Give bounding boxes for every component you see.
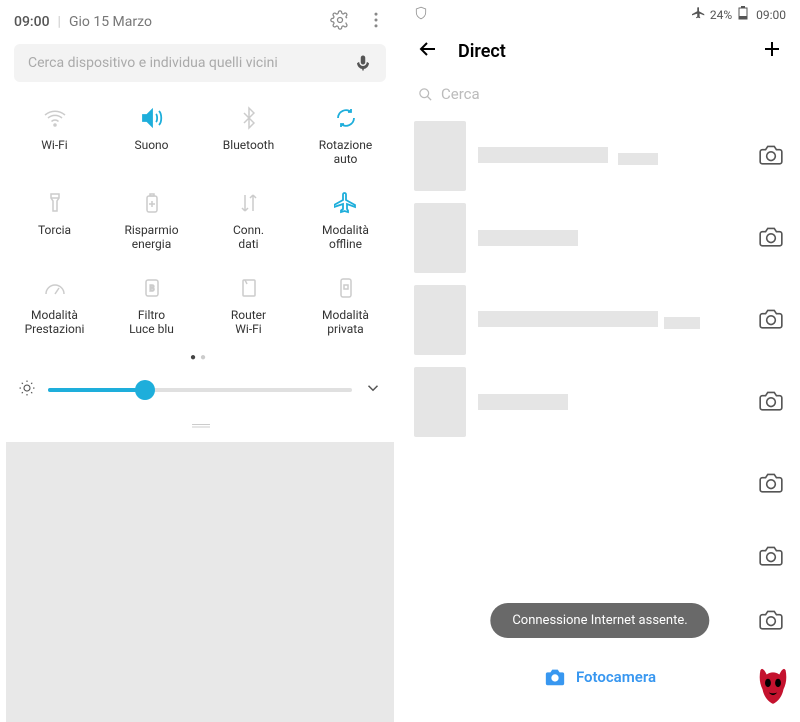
conversation-row[interactable] [414, 197, 786, 279]
quick-settings-panel: 09:00 | Gio 15 Marzo Cerca dispositivo e… [0, 0, 400, 710]
camera-icon[interactable] [758, 469, 786, 499]
avatar [414, 367, 466, 437]
tile-data[interactable]: Conn.dati [200, 177, 297, 262]
tile-private[interactable]: Modalitàprivata [297, 262, 394, 347]
shield-icon [414, 6, 428, 23]
avatar [414, 203, 466, 273]
back-arrow-icon[interactable] [416, 37, 440, 65]
avatar [414, 595, 466, 647]
camera-icon[interactable] [758, 542, 786, 572]
conversation-row[interactable] [414, 361, 786, 443]
conversation-row[interactable] [414, 279, 786, 361]
notification-area [6, 442, 394, 722]
search-placeholder: Cerca dispositivo e individua quelli vic… [28, 55, 354, 71]
instagram-direct-panel: 24% 09:00 Direct Cerca [400, 0, 800, 710]
conversation-list [400, 115, 800, 653]
panel-drag-handle[interactable]: ══ [0, 413, 400, 438]
microphone-icon[interactable] [354, 54, 372, 72]
page-indicator[interactable]: ●● [0, 346, 400, 373]
avatar [414, 449, 466, 519]
battery-icon [736, 6, 750, 23]
tile-airplane[interactable]: Modalitàoffline [297, 177, 394, 262]
demon-logo-icon [752, 664, 794, 706]
avatar [414, 285, 466, 355]
tile-router[interactable]: RouterWi-Fi [200, 262, 297, 347]
conversation-row[interactable] [414, 525, 786, 589]
camera-icon[interactable] [758, 141, 786, 171]
tile-battery-saver[interactable]: Risparmioenergia [103, 177, 200, 262]
camera-filled-icon [544, 666, 566, 688]
status-bar: 09:00 | Gio 15 Marzo [0, 0, 400, 40]
camera-icon[interactable] [758, 223, 786, 253]
avatar [414, 531, 466, 583]
conversation-row[interactable] [414, 115, 786, 197]
search-placeholder: Cerca [441, 85, 480, 103]
footer-label: Fotocamera [576, 668, 656, 686]
camera-footer[interactable]: Fotocamera [400, 652, 800, 702]
quick-tiles-grid: Wi-Fi Suono Bluetooth Rotazioneauto Torc… [0, 92, 400, 346]
new-message-icon[interactable] [760, 37, 784, 65]
airplane-status-icon [692, 6, 706, 23]
brightness-icon [18, 379, 36, 401]
tile-rotation[interactable]: Rotazioneauto [297, 92, 394, 177]
brightness-row [0, 373, 400, 413]
camera-icon[interactable] [758, 606, 786, 636]
chevron-down-icon[interactable] [364, 379, 382, 401]
settings-gear-icon[interactable] [314, 10, 350, 34]
status-date: Gio 15 Marzo [69, 14, 152, 30]
conversation-row[interactable] [414, 443, 786, 525]
search-icon [418, 87, 433, 102]
direct-header: Direct [400, 25, 800, 77]
tile-bluetooth[interactable]: Bluetooth [200, 92, 297, 177]
battery-percent: 24% [710, 8, 732, 22]
brightness-slider[interactable] [48, 388, 352, 392]
avatar [414, 121, 466, 191]
tile-sound[interactable]: Suono [103, 92, 200, 177]
camera-icon[interactable] [758, 305, 786, 335]
tile-blue-light[interactable]: BFiltroLuce blu [103, 262, 200, 347]
status-time: 09:00 [756, 8, 786, 22]
tile-wifi[interactable]: Wi-Fi [6, 92, 103, 177]
page-title: Direct [458, 41, 506, 62]
connection-toast: Connessione Internet assente. [490, 603, 709, 638]
tile-performance[interactable]: ModalitàPrestazioni [6, 262, 103, 347]
camera-icon[interactable] [758, 387, 786, 417]
status-bar-right: 24% 09:00 [400, 0, 800, 25]
device-search-bar[interactable]: Cerca dispositivo e individua quelli vic… [14, 44, 386, 82]
direct-search[interactable]: Cerca [400, 77, 800, 115]
svg-text:B: B [149, 284, 154, 293]
clock-time: 09:00 [14, 14, 50, 30]
tile-flashlight[interactable]: Torcia [6, 177, 103, 262]
more-menu-icon[interactable] [350, 10, 386, 34]
